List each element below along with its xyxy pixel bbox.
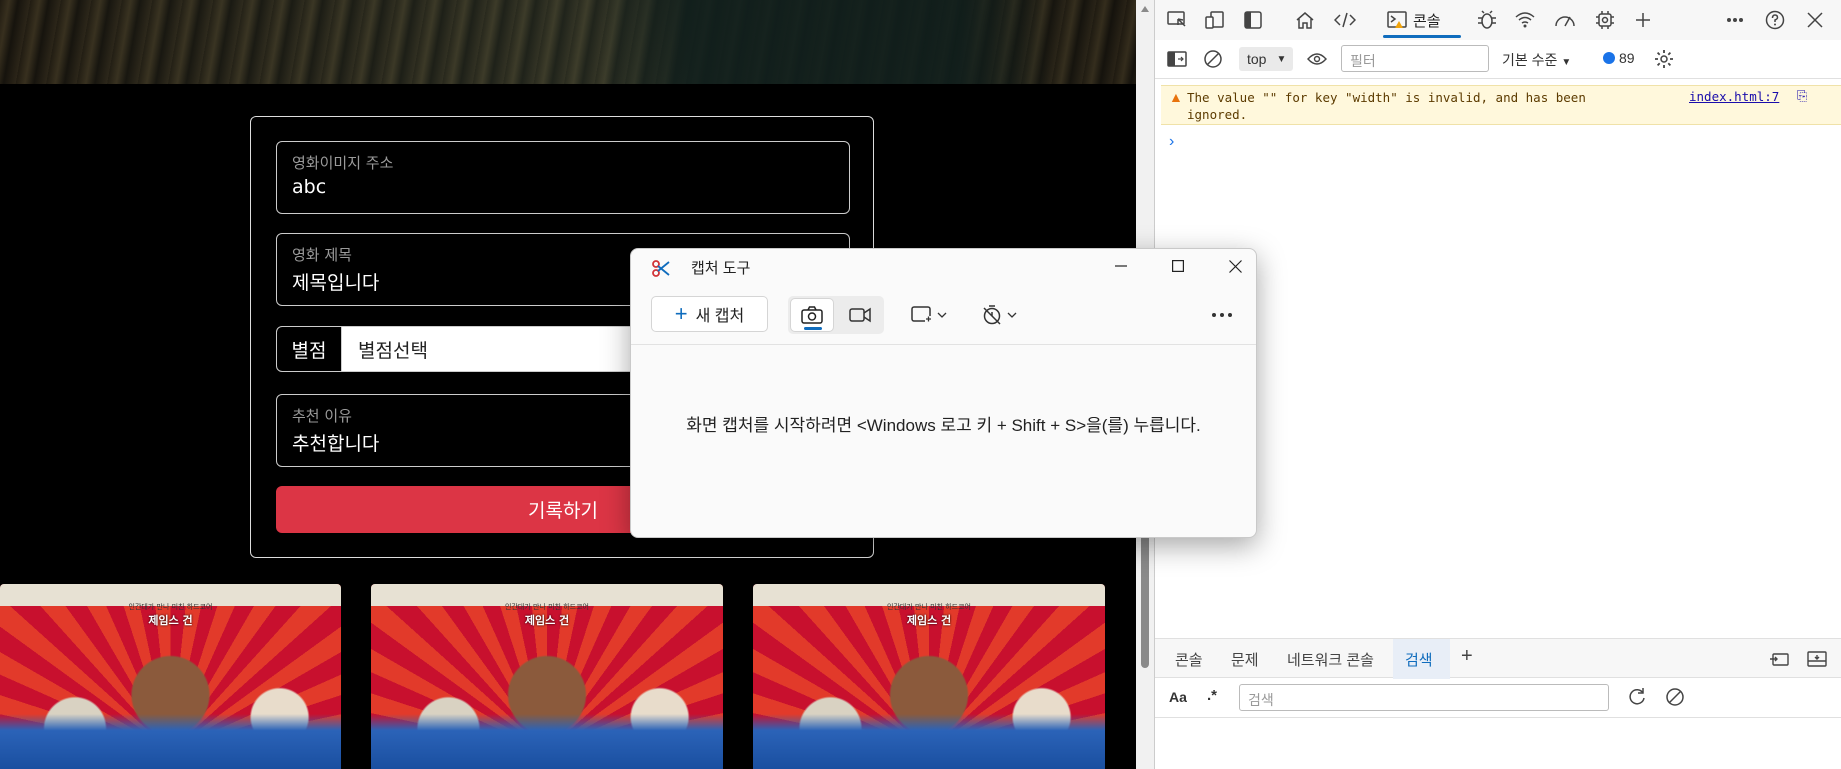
warning-source-link[interactable]: index.html:7 xyxy=(1689,89,1779,104)
elements-code-icon[interactable] xyxy=(1333,8,1357,32)
console-toolbar: top ▼ 필터 기본 수준 ▼ 89 xyxy=(1155,40,1841,79)
image-url-label: 영화이미지 주소 xyxy=(292,154,394,172)
drawer-tab-bar: 콘솔 문제 네트워크 콘솔 검색 + xyxy=(1155,638,1841,679)
scroll-up-arrow-icon[interactable] xyxy=(1141,6,1149,12)
close-button[interactable] xyxy=(1207,249,1256,283)
sidebar-toggle-icon[interactable] xyxy=(1165,47,1189,71)
drawer-tab-issues[interactable]: 문제 xyxy=(1231,649,1259,670)
movie-title-value[interactable]: 제목입니다 xyxy=(292,268,379,295)
help-question-icon[interactable] xyxy=(1763,8,1787,32)
search-panel-toolbar: Aa .* 검색 xyxy=(1155,678,1841,718)
refresh-icon[interactable] xyxy=(1625,685,1649,709)
capture-mode-toggle xyxy=(788,296,884,334)
snipping-toolbar: + 새 캡처 xyxy=(631,283,1256,345)
new-capture-button[interactable]: + 새 캡처 xyxy=(651,296,768,332)
match-case-toggle[interactable]: Aa xyxy=(1169,689,1187,705)
add-tool-plus-icon[interactable] xyxy=(1631,8,1655,32)
clear-console-icon[interactable] xyxy=(1201,47,1225,71)
network-wifi-icon[interactable] xyxy=(1513,8,1537,32)
console-warning-message: ▲ The value "" for key "width" is invali… xyxy=(1161,85,1841,125)
inspect-element-icon[interactable] xyxy=(1165,8,1189,32)
camera-icon xyxy=(801,306,823,324)
minimize-button[interactable] xyxy=(1093,249,1149,283)
context-select[interactable]: top ▼ xyxy=(1239,47,1293,71)
maximize-button[interactable] xyxy=(1150,249,1206,283)
snipping-tool-app-icon xyxy=(651,259,671,277)
window-title: 캡처 도구 xyxy=(691,260,751,277)
console-prompt-chevron-icon[interactable]: › xyxy=(1169,133,1174,151)
poster-tagline: 인간대가 만나 미친 하드코어 xyxy=(887,603,971,611)
filter-input[interactable]: 필터 xyxy=(1341,45,1489,72)
context-value: top xyxy=(1247,51,1267,67)
performance-gauge-icon[interactable] xyxy=(1553,8,1577,32)
reason-value[interactable]: 추천합니다 xyxy=(292,429,379,456)
image-url-field[interactable]: 영화이미지 주소 abc xyxy=(276,141,850,214)
log-level-label: 기본 수준 xyxy=(1502,52,1558,68)
rating-label: 별점 xyxy=(277,327,342,371)
devtools-main-toolbar: 콘솔 xyxy=(1155,0,1841,41)
chevron-down-icon xyxy=(1007,312,1017,318)
dock-drawer-icon[interactable] xyxy=(1767,647,1791,671)
add-drawer-tab-plus-icon[interactable]: + xyxy=(1461,645,1473,668)
poster-tagline: 인간대가 만나 미친 하드코어 xyxy=(505,603,589,611)
copilot-explain-icon[interactable]: ⎘ xyxy=(1797,88,1807,104)
see-more-ellipsis-icon[interactable] xyxy=(1211,301,1233,324)
chevron-down-icon xyxy=(937,312,947,318)
message-count: 89 xyxy=(1619,50,1635,66)
minimize-icon xyxy=(1115,265,1127,267)
devtools-panel: 콘솔 top ▼ 필터 기본 수준 ▼ 89 ▲ The value "" fo… xyxy=(1154,0,1841,769)
poster-tagline: 인간대가 만나 미친 하드코어 xyxy=(128,603,213,611)
sources-bug-icon[interactable] xyxy=(1475,8,1499,32)
reason-label: 추천 이유 xyxy=(292,407,352,425)
tab-console[interactable]: 콘솔 xyxy=(1379,0,1465,40)
warning-text: The value "" for key "width" is invalid,… xyxy=(1187,90,1586,122)
poster-title: 제임스 건 xyxy=(906,614,952,627)
live-expression-eye-icon[interactable] xyxy=(1305,47,1329,71)
snipping-tool-window: 캡처 도구 + 새 캡처 화면 캡처를 시작하려면 <Windows 로고 키 … xyxy=(630,248,1257,538)
close-drawer-icon[interactable] xyxy=(1805,647,1829,671)
movie-poster-card[interactable]: 인간대가 만나 미친 하드코어 제임스 건 xyxy=(371,584,723,769)
no-delay-timer-icon xyxy=(983,305,1001,325)
record-mode-video-button[interactable] xyxy=(838,298,882,332)
image-url-value[interactable]: abc xyxy=(292,176,326,198)
console-settings-gear-icon[interactable] xyxy=(1652,47,1676,71)
more-tools-ellipsis-icon[interactable] xyxy=(1723,8,1747,32)
regex-toggle[interactable]: .* xyxy=(1207,687,1217,704)
movie-title-label: 영화 제목 xyxy=(292,246,352,264)
message-count-badge[interactable]: 89 xyxy=(1603,50,1635,66)
maximize-icon xyxy=(1172,260,1184,272)
drawer-tab-network-console[interactable]: 네트워크 콘솔 xyxy=(1287,649,1374,670)
close-icon xyxy=(1228,259,1242,273)
device-emulation-icon[interactable] xyxy=(1203,8,1227,32)
new-capture-label: 새 캡처 xyxy=(695,308,745,325)
console-icon xyxy=(1387,11,1407,28)
poster-title: 제임스 건 xyxy=(524,614,570,627)
chevron-down-icon: ▼ xyxy=(1561,57,1572,68)
scrollbar-thumb[interactable] xyxy=(1141,528,1149,668)
warning-triangle-icon: ▲ xyxy=(1169,89,1183,105)
drawer-tab-search[interactable]: 검색 xyxy=(1405,649,1433,670)
clear-search-icon[interactable] xyxy=(1663,685,1687,709)
delay-timer-dropdown[interactable] xyxy=(981,300,1017,330)
snip-shape-dropdown[interactable] xyxy=(911,300,947,330)
snip-mode-camera-button[interactable] xyxy=(790,298,834,332)
log-level-dropdown[interactable]: 기본 수준 ▼ xyxy=(1502,50,1571,70)
chevron-down-icon: ▼ xyxy=(1276,53,1287,65)
search-input[interactable]: 검색 xyxy=(1239,684,1609,711)
video-camera-icon xyxy=(849,307,871,323)
close-devtools-icon[interactable] xyxy=(1803,8,1827,32)
rectangle-snip-icon xyxy=(911,306,932,323)
movie-poster-card[interactable]: 인간대가 만나 미친 하드코어 제임스 건 xyxy=(0,584,341,769)
drawer-tab-console[interactable]: 콘솔 xyxy=(1175,649,1203,670)
memory-chip-icon[interactable] xyxy=(1593,8,1617,32)
capture-instruction-text: 화면 캡처를 시작하려면 <Windows 로고 키 + Shift + S>을… xyxy=(686,416,1201,435)
plus-icon: + xyxy=(674,301,688,326)
poster-title: 제임스 건 xyxy=(148,614,193,627)
console-tab-label: 콘솔 xyxy=(1413,12,1441,30)
message-bubble-icon xyxy=(1603,52,1615,64)
dock-side-icon[interactable] xyxy=(1241,8,1265,32)
welcome-home-icon[interactable] xyxy=(1293,8,1317,32)
movie-poster-card[interactable]: 인간대가 만나 미친 하드코어 제임스 건 xyxy=(753,584,1105,769)
